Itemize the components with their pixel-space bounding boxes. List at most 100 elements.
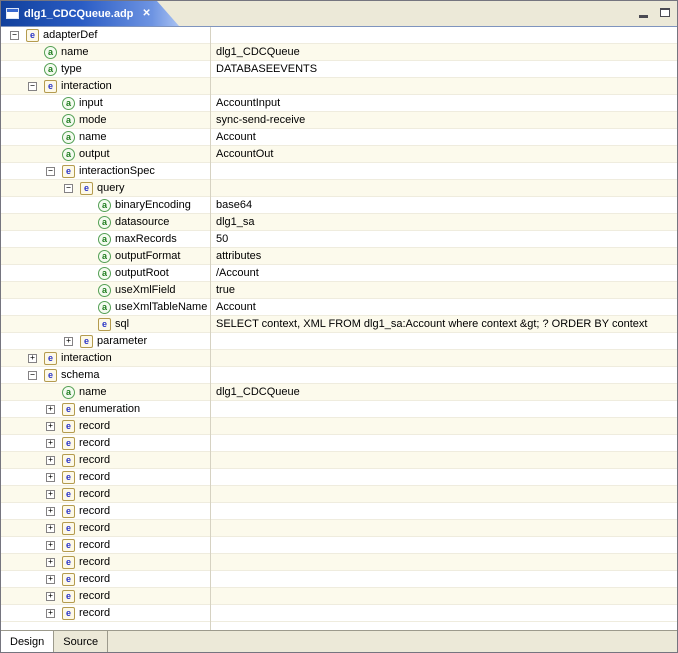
node-value[interactable] — [211, 571, 677, 587]
collapse-toggle-icon[interactable]: − — [28, 370, 37, 380]
expand-toggle-icon[interactable]: + — [46, 455, 55, 465]
tree-row[interactable]: a name Account — [1, 129, 677, 146]
tree-row[interactable]: + e record — [1, 469, 677, 486]
node-value[interactable] — [211, 27, 677, 43]
node-value[interactable]: dlg1_CDCQueue — [211, 384, 677, 400]
node-value[interactable] — [211, 469, 677, 485]
node-value[interactable] — [211, 537, 677, 553]
collapse-toggle-icon[interactable]: − — [46, 166, 55, 176]
node-value[interactable] — [211, 418, 677, 434]
element-icon: e — [62, 538, 75, 552]
node-value[interactable]: attributes — [211, 248, 677, 264]
tree-row[interactable]: + e record — [1, 571, 677, 588]
expand-toggle-icon[interactable]: + — [46, 591, 55, 601]
minimize-button[interactable] — [635, 5, 651, 20]
tree-row[interactable]: + e interaction — [1, 350, 677, 367]
node-value[interactable] — [211, 333, 677, 349]
tree-row[interactable]: + e enumeration — [1, 401, 677, 418]
expand-toggle-icon[interactable]: + — [64, 336, 73, 346]
editor-tab[interactable]: dlg1_CDCQueue.adp ✕ — [1, 1, 179, 26]
tree-row[interactable]: − e schema — [1, 367, 677, 384]
tree-row[interactable]: + e record — [1, 588, 677, 605]
element-icon: e — [26, 28, 39, 42]
tree-row[interactable]: + e record — [1, 605, 677, 622]
tree-row[interactable]: a mode sync-send-receive — [1, 112, 677, 129]
node-value[interactable]: DATABASEEVENTS — [211, 61, 677, 77]
tree-row[interactable]: a useXmlField true — [1, 282, 677, 299]
expand-toggle-icon[interactable]: + — [46, 523, 55, 533]
node-value[interactable]: dlg1_CDCQueue — [211, 44, 677, 60]
column-divider — [210, 27, 211, 630]
tree-row[interactable]: a maxRecords 50 — [1, 231, 677, 248]
expand-toggle-icon[interactable]: + — [46, 472, 55, 482]
expand-toggle-icon[interactable]: + — [46, 421, 55, 431]
expand-toggle-icon[interactable]: + — [46, 404, 55, 414]
tree-row[interactable]: + e record — [1, 486, 677, 503]
expand-toggle-icon[interactable]: + — [46, 438, 55, 448]
expand-toggle-icon[interactable]: + — [46, 489, 55, 499]
tree-row[interactable]: a type DATABASEEVENTS — [1, 61, 677, 78]
tree-row[interactable]: − e interaction — [1, 78, 677, 95]
node-value[interactable]: AccountInput — [211, 95, 677, 111]
node-value[interactable] — [211, 486, 677, 502]
tree-row[interactable]: + e record — [1, 418, 677, 435]
node-value[interactable] — [211, 605, 677, 621]
tree-row[interactable]: a binaryEncoding base64 — [1, 197, 677, 214]
expand-toggle-icon[interactable]: + — [46, 574, 55, 584]
maximize-button[interactable] — [657, 5, 673, 20]
tree-row[interactable]: + e record — [1, 554, 677, 571]
collapse-toggle-icon[interactable]: − — [64, 183, 73, 193]
node-value[interactable] — [211, 554, 677, 570]
tree-row[interactable]: + e record — [1, 435, 677, 452]
tree-row[interactable]: − e interactionSpec — [1, 163, 677, 180]
node-value[interactable]: 50 — [211, 231, 677, 247]
collapse-toggle-icon[interactable]: − — [10, 30, 19, 40]
tree-row[interactable]: a output AccountOut — [1, 146, 677, 163]
tree-row[interactable]: + e record — [1, 520, 677, 537]
expand-toggle-icon[interactable]: + — [46, 506, 55, 516]
tree-row[interactable]: a outputFormat attributes — [1, 248, 677, 265]
expand-toggle-icon[interactable]: + — [28, 353, 37, 363]
tree-row[interactable]: a datasource dlg1_sa — [1, 214, 677, 231]
node-value[interactable] — [211, 367, 677, 383]
node-value[interactable] — [211, 588, 677, 604]
tree-row[interactable]: − e query — [1, 180, 677, 197]
tree-row[interactable]: + e record — [1, 503, 677, 520]
node-value[interactable]: sync-send-receive — [211, 112, 677, 128]
tree-row[interactable]: + e record — [1, 452, 677, 469]
source-tab[interactable]: Source — [54, 631, 109, 652]
tree-row[interactable]: e sql SELECT context, XML FROM dlg1_sa:Acc… — [1, 316, 677, 333]
expand-toggle-icon[interactable]: + — [46, 608, 55, 618]
node-value[interactable]: Account — [211, 299, 677, 315]
node-value[interactable] — [211, 503, 677, 519]
node-value[interactable]: SELECT context, XML FROM dlg1_sa:Account… — [211, 316, 677, 332]
tree-row[interactable]: a outputRoot/Account — [1, 265, 677, 282]
node-value[interactable] — [211, 401, 677, 417]
node-value[interactable]: true — [211, 282, 677, 298]
node-value[interactable] — [211, 163, 677, 179]
expand-toggle-icon[interactable]: + — [46, 540, 55, 550]
tree-row[interactable]: + e record — [1, 537, 677, 554]
tree-row[interactable]: − e adapterDef — [1, 27, 677, 44]
node-value[interactable] — [211, 452, 677, 468]
node-value[interactable] — [211, 435, 677, 451]
expand-toggle-icon[interactable]: + — [46, 557, 55, 567]
node-value[interactable]: AccountOut — [211, 146, 677, 162]
tree-row[interactable]: a useXmlTableName Account — [1, 299, 677, 316]
node-value[interactable] — [211, 350, 677, 366]
design-tab[interactable]: Design — [1, 631, 55, 652]
node-value[interactable]: base64 — [211, 197, 677, 213]
tree-row[interactable]: + e parameter — [1, 333, 677, 350]
node-value[interactable] — [211, 180, 677, 196]
node-value[interactable]: Account — [211, 129, 677, 145]
close-icon[interactable]: ✕ — [142, 9, 150, 19]
node-value[interactable]: dlg1_sa — [211, 214, 677, 230]
node-value[interactable]: /Account — [211, 265, 677, 281]
tree-node-cell: e sql — [1, 316, 211, 332]
tree-row[interactable]: a name dlg1_CDCQueue — [1, 384, 677, 401]
node-value[interactable] — [211, 78, 677, 94]
collapse-toggle-icon[interactable]: − — [28, 81, 37, 91]
tree-row[interactable]: a name dlg1_CDCQueue — [1, 44, 677, 61]
node-value[interactable] — [211, 520, 677, 536]
tree-row[interactable]: a input AccountInput — [1, 95, 677, 112]
